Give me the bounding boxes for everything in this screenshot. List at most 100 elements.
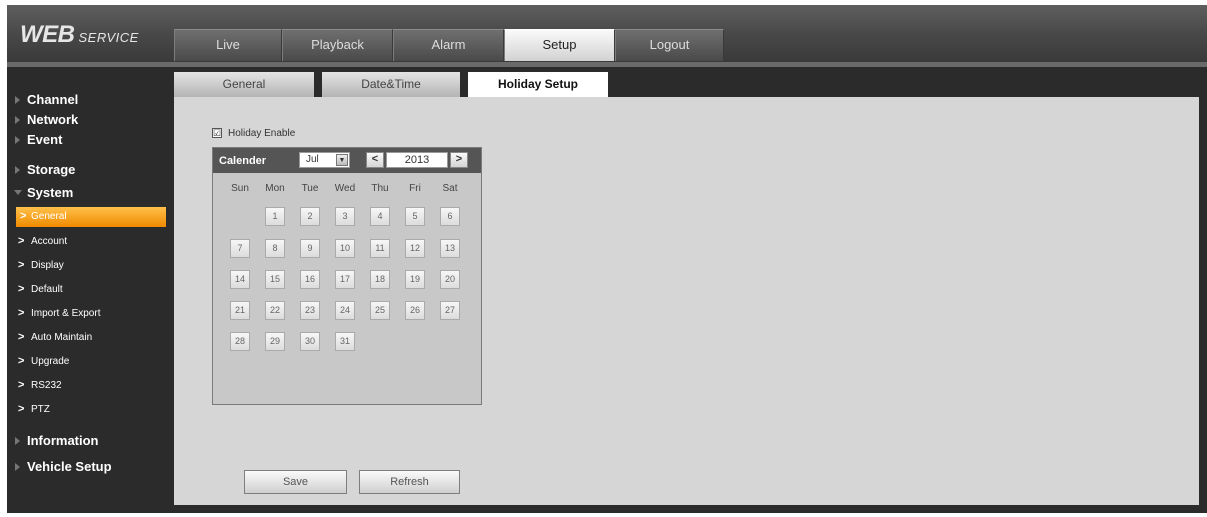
weekday-header: Thu bbox=[371, 183, 389, 194]
triangle-right-icon bbox=[15, 136, 20, 144]
logo-main: WEB bbox=[20, 21, 75, 48]
logo: WEB SERVICE bbox=[20, 21, 139, 49]
subtab-date-time[interactable]: Date&Time bbox=[322, 72, 460, 97]
save-button[interactable]: Save bbox=[244, 470, 347, 494]
tab-live[interactable]: Live bbox=[174, 29, 282, 61]
calendar-day[interactable]: 30 bbox=[300, 332, 320, 351]
calendar-day[interactable]: 1 bbox=[265, 207, 285, 226]
calendar-day[interactable]: 26 bbox=[405, 301, 425, 320]
chevron-right-icon: > bbox=[18, 235, 25, 247]
calendar-day[interactable]: 7 bbox=[230, 239, 250, 258]
calendar-day[interactable]: 22 bbox=[265, 301, 285, 320]
calendar-day[interactable]: 3 bbox=[335, 207, 355, 226]
calendar-day[interactable]: 11 bbox=[370, 239, 390, 258]
calendar-day[interactable]: 10 bbox=[335, 239, 355, 258]
content-area: General Date&Time Holiday Setup ☑ Holiday… bbox=[174, 67, 1207, 513]
chevron-right-icon: > bbox=[18, 331, 25, 343]
chevron-right-icon: > bbox=[18, 307, 25, 319]
tab-logout[interactable]: Logout bbox=[615, 29, 724, 61]
calendar-header: Calender Jul ▼ < 2013 > bbox=[213, 148, 481, 173]
calendar: Calender Jul ▼ < 2013 > Sun Mon Tue Wed Thu F… bbox=[212, 147, 482, 405]
sidebar-sub-general[interactable]: > General bbox=[16, 207, 166, 227]
month-select[interactable]: Jul ▼ bbox=[299, 152, 350, 168]
sidebar-item-network[interactable]: Network bbox=[7, 109, 174, 131]
tab-playback[interactable]: Playback bbox=[282, 29, 393, 61]
next-year-button[interactable]: > bbox=[450, 152, 468, 168]
sidebar-item-information[interactable]: Information bbox=[7, 430, 174, 452]
calendar-day[interactable]: 6 bbox=[440, 207, 460, 226]
weekday-header: Wed bbox=[334, 183, 356, 194]
sidebar-item-event[interactable]: Event bbox=[7, 129, 174, 151]
calendar-day[interactable]: 20 bbox=[440, 270, 460, 289]
chevron-right-icon: > bbox=[18, 283, 25, 295]
triangle-down-icon bbox=[14, 190, 22, 195]
holiday-enable-row: ☑ Holiday Enable bbox=[212, 128, 295, 139]
sidebar-sub-account[interactable]: > Account bbox=[7, 232, 174, 252]
dropdown-arrow-icon: ▼ bbox=[336, 154, 348, 166]
triangle-right-icon bbox=[15, 116, 20, 124]
subtab-holiday-setup[interactable]: Holiday Setup bbox=[468, 72, 608, 98]
calendar-day[interactable]: 5 bbox=[405, 207, 425, 226]
weekday-header: Sun bbox=[231, 183, 249, 194]
calendar-day[interactable]: 25 bbox=[370, 301, 390, 320]
sidebar: Channel Network Event Storage System > Ge… bbox=[7, 67, 174, 513]
holiday-enable-checkbox[interactable]: ☑ bbox=[212, 128, 222, 139]
calendar-day[interactable]: 28 bbox=[230, 332, 250, 351]
refresh-button[interactable]: Refresh bbox=[359, 470, 460, 494]
chevron-right-icon: > bbox=[18, 355, 25, 367]
triangle-right-icon bbox=[15, 437, 20, 445]
weekday-header: Sat bbox=[442, 183, 458, 194]
chevron-right-icon: > bbox=[18, 379, 25, 391]
calendar-day[interactable]: 17 bbox=[335, 270, 355, 289]
calendar-day[interactable]: 18 bbox=[370, 270, 390, 289]
subtab-general[interactable]: General bbox=[174, 72, 314, 97]
sidebar-item-vehicle-setup[interactable]: Vehicle Setup bbox=[7, 456, 174, 478]
sidebar-item-system[interactable]: System bbox=[7, 182, 174, 204]
tab-setup[interactable]: Setup bbox=[504, 29, 615, 61]
sidebar-sub-default[interactable]: > Default bbox=[7, 280, 174, 300]
triangle-right-icon bbox=[15, 166, 20, 174]
prev-year-button[interactable]: < bbox=[366, 152, 384, 168]
logo-sub: SERVICE bbox=[78, 30, 139, 45]
calendar-day[interactable]: 24 bbox=[335, 301, 355, 320]
calendar-day[interactable]: 27 bbox=[440, 301, 460, 320]
calendar-day[interactable]: 8 bbox=[265, 239, 285, 258]
calendar-day[interactable]: 14 bbox=[230, 270, 250, 289]
chevron-right-icon: > bbox=[20, 210, 27, 222]
calendar-title: Calender bbox=[219, 155, 267, 167]
header: WEB SERVICE Live Playback Alarm Setup Log… bbox=[7, 5, 1207, 62]
sidebar-sub-import-export[interactable]: > Import & Export bbox=[7, 304, 174, 324]
month-value: Jul bbox=[306, 154, 319, 165]
calendar-day[interactable]: 23 bbox=[300, 301, 320, 320]
triangle-right-icon bbox=[15, 96, 20, 104]
sidebar-sub-display[interactable]: > Display bbox=[7, 256, 174, 276]
weekday-header: Tue bbox=[301, 183, 319, 194]
calendar-day[interactable]: 12 bbox=[405, 239, 425, 258]
calendar-day[interactable]: 9 bbox=[300, 239, 320, 258]
sidebar-sub-rs232[interactable]: > RS232 bbox=[7, 376, 174, 396]
calendar-day[interactable]: 13 bbox=[440, 239, 460, 258]
year-value: 2013 bbox=[386, 152, 448, 168]
tab-alarm[interactable]: Alarm bbox=[393, 29, 504, 61]
chevron-right-icon: > bbox=[18, 403, 25, 415]
sidebar-sub-auto-maintain[interactable]: > Auto Maintain bbox=[7, 328, 174, 348]
holiday-setup-panel: ☑ Holiday Enable Calender Jul ▼ < 2013 > … bbox=[174, 97, 1199, 505]
sidebar-sub-upgrade[interactable]: > Upgrade bbox=[7, 352, 174, 372]
calendar-day[interactable]: 31 bbox=[335, 332, 355, 351]
sidebar-sub-ptz[interactable]: > PTZ bbox=[7, 400, 174, 420]
calendar-day[interactable]: 16 bbox=[300, 270, 320, 289]
calendar-day[interactable]: 2 bbox=[300, 207, 320, 226]
calendar-day[interactable]: 15 bbox=[265, 270, 285, 289]
sidebar-item-storage[interactable]: Storage bbox=[7, 159, 174, 181]
triangle-right-icon bbox=[15, 463, 20, 471]
app-frame: WEB SERVICE Live Playback Alarm Setup Log… bbox=[7, 5, 1207, 513]
weekday-header: Fri bbox=[409, 183, 421, 194]
weekday-header: Mon bbox=[265, 183, 285, 194]
chevron-right-icon: > bbox=[18, 259, 25, 271]
holiday-enable-label: Holiday Enable bbox=[228, 128, 296, 139]
calendar-day[interactable]: 21 bbox=[230, 301, 250, 320]
sidebar-item-channel[interactable]: Channel bbox=[7, 89, 174, 111]
calendar-day[interactable]: 4 bbox=[370, 207, 390, 226]
calendar-day[interactable]: 29 bbox=[265, 332, 285, 351]
calendar-day[interactable]: 19 bbox=[405, 270, 425, 289]
